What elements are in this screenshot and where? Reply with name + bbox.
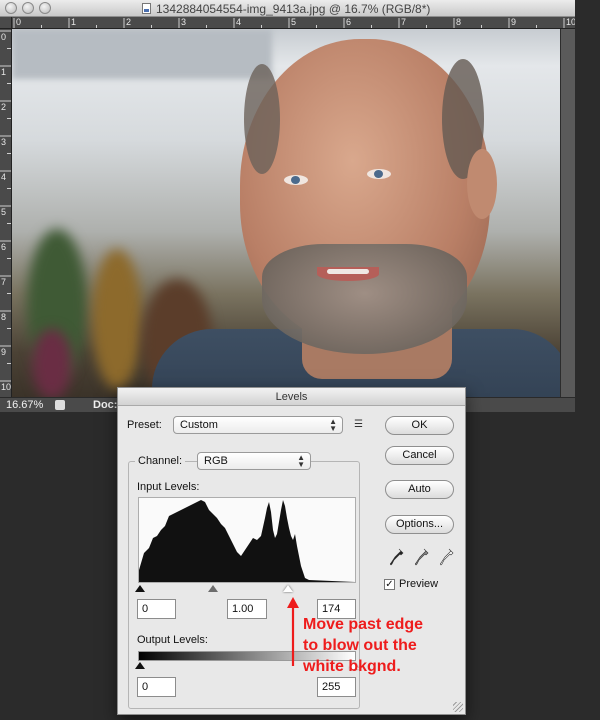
ruler-label: 9	[511, 17, 517, 27]
resize-grip-icon[interactable]	[453, 702, 463, 712]
zoom-level[interactable]: 16.67%	[6, 399, 43, 411]
channel-value: RGB	[204, 455, 228, 467]
status-icon[interactable]	[55, 400, 65, 410]
ruler-label: 10	[1, 382, 12, 392]
panel-menu-icon[interactable]: ☰	[354, 420, 366, 430]
document-icon	[142, 3, 151, 14]
ruler-horizontal[interactable]: 0 1 2 3 4 5 6 7 8 9 10	[12, 17, 575, 29]
white-eyedropper-icon[interactable]	[440, 548, 454, 566]
preset-value: Custom	[180, 419, 218, 431]
black-eyedropper-icon[interactable]	[390, 548, 404, 566]
output-levels-label: Output Levels:	[137, 634, 208, 646]
input-levels-label: Input Levels:	[137, 481, 200, 493]
ruler-label: 4	[236, 17, 242, 27]
beard-shape	[262, 244, 467, 354]
output-black-slider[interactable]	[135, 662, 145, 669]
annotation-arrow	[287, 597, 299, 666]
ruler-label: 10	[566, 17, 575, 27]
annotation-line: to blow out the	[303, 637, 417, 654]
ruler-label: 5	[1, 207, 7, 217]
ruler-label: 3	[181, 17, 187, 27]
input-black-slider[interactable]	[135, 585, 145, 592]
input-white-slider[interactable]	[283, 585, 293, 592]
ruler-label: 8	[456, 17, 462, 27]
background-shape	[12, 29, 272, 79]
ruler-label: 2	[1, 102, 7, 112]
channel-label: Channel:	[135, 455, 186, 467]
preset-select[interactable]: Custom ▲ ▼	[173, 416, 343, 434]
eye-shape	[367, 169, 391, 179]
ruler-label: 8	[1, 312, 7, 322]
window-title: 1342884054554-img_9413a.jpg @ 16.7% (RGB…	[156, 2, 431, 16]
annotation-line: Move past edge	[303, 616, 424, 633]
ruler-label: 0	[1, 32, 7, 42]
background-shape	[92, 249, 142, 389]
ruler-label: 6	[1, 242, 7, 252]
checkmark-icon: ✓	[385, 579, 394, 590]
ruler-label: 2	[126, 17, 132, 27]
eye-shape	[284, 175, 308, 185]
cancel-button[interactable]: Cancel	[385, 446, 454, 465]
channel-select[interactable]: RGB ▲ ▼	[197, 452, 311, 470]
annotation-text: Move past edge to blow out the white bkg…	[303, 614, 473, 677]
ruler-label: 4	[1, 172, 7, 182]
mouth-shape	[317, 267, 379, 281]
background-shape	[32, 329, 72, 397]
vertical-scrollbar[interactable]	[560, 29, 575, 397]
dialog-title: Levels	[275, 391, 308, 403]
histogram-graph	[139, 500, 355, 582]
annotation-line: white bkgnd.	[303, 658, 401, 675]
ruler-label: 5	[291, 17, 297, 27]
document-window: 1342884054554-img_9413a.jpg @ 16.7% (RGB…	[0, 0, 575, 412]
ruler-label: 7	[1, 277, 7, 287]
ruler-label: 3	[1, 137, 7, 147]
chevron-up-down-icon: ▲ ▼	[297, 453, 305, 469]
ruler-label: 1	[71, 17, 77, 27]
ruler-label: 7	[401, 17, 407, 27]
options-button[interactable]: Options...	[385, 515, 454, 534]
minimize-icon[interactable]	[22, 2, 34, 14]
zoom-icon[interactable]	[39, 2, 51, 14]
ruler-label: 1	[1, 67, 7, 77]
ok-button[interactable]: OK	[385, 416, 454, 435]
chevron-up-down-icon: ▲ ▼	[329, 417, 337, 433]
ruler-vertical[interactable]: 0 1 2 3 4 5 6 7 8 9 10	[0, 29, 12, 397]
ear-shape	[467, 149, 497, 219]
gray-eyedropper-icon[interactable]	[415, 548, 429, 566]
histogram	[138, 497, 356, 583]
photo-canvas[interactable]	[12, 29, 560, 397]
output-black-field[interactable]: 0	[137, 677, 176, 697]
hair-shape	[244, 64, 280, 174]
window-titlebar[interactable]: 1342884054554-img_9413a.jpg @ 16.7% (RGB…	[0, 0, 575, 17]
close-icon[interactable]	[5, 2, 17, 14]
ruler-label: 6	[346, 17, 352, 27]
preset-label: Preset:	[127, 419, 162, 431]
output-white-field[interactable]: 255	[317, 677, 356, 697]
ruler-origin[interactable]	[0, 17, 12, 29]
preview-label[interactable]: Preview	[399, 578, 438, 590]
input-gamma-field[interactable]: 1.00	[227, 599, 267, 619]
doc-info-label[interactable]: Doc:	[93, 399, 117, 411]
input-gamma-slider[interactable]	[208, 585, 218, 592]
dialog-titlebar[interactable]: Levels	[118, 388, 465, 406]
ruler-label: 9	[1, 347, 7, 357]
auto-button[interactable]: Auto	[385, 480, 454, 499]
input-black-field[interactable]: 0	[137, 599, 176, 619]
preview-checkbox[interactable]: ✓	[384, 579, 395, 590]
ruler-label: 0	[16, 17, 22, 27]
